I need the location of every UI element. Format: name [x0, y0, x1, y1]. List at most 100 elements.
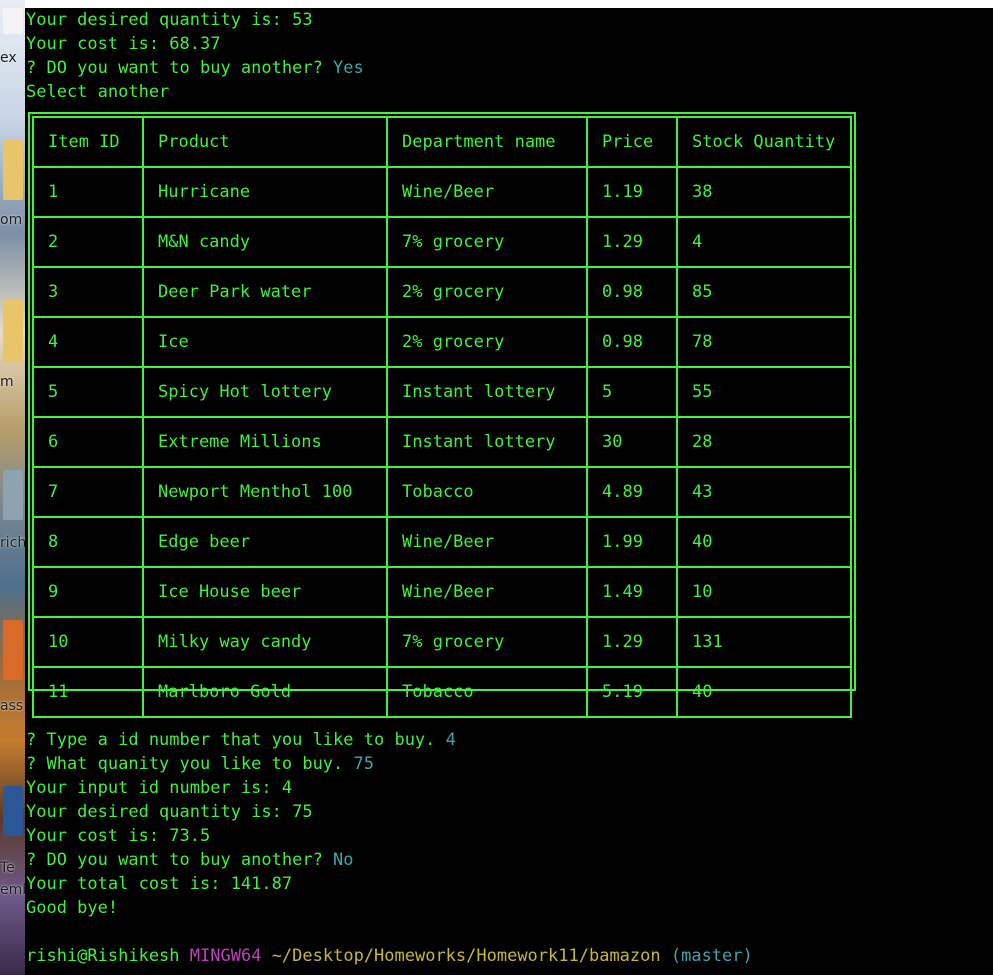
- prompt-git-branch: (master): [670, 946, 753, 966]
- output-line: Your cost is: 73.5: [26, 826, 211, 846]
- output-line: Your cost is: 68.37: [26, 34, 221, 54]
- output-line: Your total cost is: 141.87: [26, 874, 293, 894]
- cell-item-id: 4: [32, 316, 144, 368]
- question-text: ? DO you want to buy another?: [26, 58, 334, 78]
- table-row: 9 Ice House beer Wine/Beer 1.49 10: [32, 566, 852, 618]
- prompt-line: ? Type a id number that you like to buy.…: [26, 728, 456, 752]
- chrome-app-icon[interactable]: [3, 620, 23, 680]
- cell-stock-quantity: 131: [676, 616, 852, 668]
- cell-department: Instant lottery: [386, 366, 588, 418]
- table-row: 8 Edge beer Wine/Beer 1.99 40: [32, 516, 852, 568]
- cell-item-id: 6: [32, 416, 144, 468]
- cell-item-id: 5: [32, 366, 144, 418]
- desktop-icon-label: m: [0, 374, 14, 390]
- cell-department: Instant lottery: [386, 416, 588, 468]
- cell-stock-quantity: 28: [676, 416, 852, 468]
- cell-stock-quantity: 4: [676, 216, 852, 268]
- table-header-row: Item ID Product Department name Price St…: [32, 116, 852, 168]
- cell-department: Tobacco: [386, 666, 588, 718]
- image-file-icon[interactable]: [3, 470, 23, 520]
- table-row: 11 Marlboro Gold Tobacco 5.19 40: [32, 666, 852, 718]
- output-line: Select another: [26, 82, 170, 102]
- cell-department: 7% grocery: [386, 216, 588, 268]
- cell-price: 4.89: [586, 466, 678, 518]
- desktop-icon-label: emb: [0, 882, 25, 898]
- cell-price: 1.29: [586, 216, 678, 268]
- column-header-stock-quantity: Stock Quantity: [676, 116, 852, 168]
- table-row: 1 Hurricane Wine/Beer 1.19 38: [32, 166, 852, 218]
- cell-department: Wine/Beer: [386, 566, 588, 618]
- cell-product: Edge beer: [142, 516, 388, 568]
- cell-price: 30: [586, 416, 678, 468]
- prompt-line: ? DO you want to buy another? No: [26, 848, 354, 872]
- terminal-window[interactable]: Your desired quantity is: 53 Your cost i…: [25, 8, 993, 975]
- desktop-icon-label: ass: [0, 698, 24, 714]
- folder-icon[interactable]: [3, 140, 23, 200]
- cell-price: 1.19: [586, 166, 678, 218]
- cell-product: M&N candy: [142, 216, 388, 268]
- table-row: 5 Spicy Hot lottery Instant lottery 5 55: [32, 366, 852, 418]
- product-table: Item ID Product Department name Price St…: [28, 112, 856, 718]
- cell-product: Ice: [142, 316, 388, 368]
- question-text: ? What quanity you like to buy.: [26, 754, 354, 774]
- prompt-line: ? What quanity you like to buy. 75: [26, 752, 374, 776]
- cell-department: Wine/Beer: [386, 166, 588, 218]
- cell-stock-quantity: 10: [676, 566, 852, 618]
- word-document-icon[interactable]: [3, 786, 23, 836]
- desktop-icon-label: Te: [0, 860, 15, 876]
- column-header-price: Price: [586, 116, 678, 168]
- cell-department: 2% grocery: [386, 316, 588, 368]
- cell-price: 0.98: [586, 316, 678, 368]
- cell-product: Spicy Hot lottery: [142, 366, 388, 418]
- cell-product: Deer Park water: [142, 266, 388, 318]
- cell-item-id: 11: [32, 666, 144, 718]
- pdf-file-icon[interactable]: [3, 8, 23, 34]
- table-row: 6 Extreme Millions Instant lottery 30 28: [32, 416, 852, 468]
- answer-text: Yes: [333, 58, 364, 78]
- cell-product: Ice House beer: [142, 566, 388, 618]
- column-header-department: Department name: [386, 116, 588, 168]
- cell-price: 1.29: [586, 616, 678, 668]
- column-header-item-id: Item ID: [32, 116, 144, 168]
- desktop-background: ex om m rich ass Te emb: [0, 0, 25, 975]
- cell-product: Hurricane: [142, 166, 388, 218]
- cell-product: Newport Menthol 100: [142, 466, 388, 518]
- cell-price: 5.19: [586, 666, 678, 718]
- question-text: ? Type a id number that you like to buy.: [26, 730, 446, 750]
- cell-price: 5: [586, 366, 678, 418]
- table-row: 7 Newport Menthol 100 Tobacco 4.89 43: [32, 466, 852, 518]
- cell-stock-quantity: 40: [676, 666, 852, 718]
- cell-item-id: 3: [32, 266, 144, 318]
- cell-price: 0.98: [586, 266, 678, 318]
- table-row: 10 Milky way candy 7% grocery 1.29 131: [32, 616, 852, 668]
- window-top-edge: [25, 0, 993, 8]
- table-row: 4 Ice 2% grocery 0.98 78: [32, 316, 852, 368]
- cell-item-id: 2: [32, 216, 144, 268]
- answer-text: 4: [445, 730, 456, 750]
- shell-prompt[interactable]: rishi@Rishikesh MINGW64 ~/Desktop/Homewo…: [26, 944, 753, 968]
- cell-stock-quantity: 55: [676, 366, 852, 418]
- cell-item-id: 9: [32, 566, 144, 618]
- prompt-path: ~/Desktop/Homeworks/Homework11/bamazon: [271, 946, 661, 966]
- output-line: Good bye!: [26, 898, 119, 918]
- folder-icon[interactable]: [3, 300, 23, 362]
- cell-product: Milky way candy: [142, 616, 388, 668]
- cell-product: Extreme Millions: [142, 416, 388, 468]
- cell-stock-quantity: 78: [676, 316, 852, 368]
- cell-item-id: 10: [32, 616, 144, 668]
- output-line: Your input id number is: 4: [26, 778, 293, 798]
- cell-stock-quantity: 85: [676, 266, 852, 318]
- table-row: 3 Deer Park water 2% grocery 0.98 85: [32, 266, 852, 318]
- prompt-user: rishi@Rishikesh: [26, 946, 180, 966]
- cell-price: 1.49: [586, 566, 678, 618]
- cell-department: Tobacco: [386, 466, 588, 518]
- cell-item-id: 7: [32, 466, 144, 518]
- product-table-grid: Item ID Product Department name Price St…: [32, 116, 852, 718]
- cell-item-id: 1: [32, 166, 144, 218]
- cell-department: 7% grocery: [386, 616, 588, 668]
- cell-price: 1.99: [586, 516, 678, 568]
- cell-department: Wine/Beer: [386, 516, 588, 568]
- cell-stock-quantity: 38: [676, 166, 852, 218]
- answer-text: 75: [353, 754, 374, 774]
- question-text: ? DO you want to buy another?: [26, 850, 334, 870]
